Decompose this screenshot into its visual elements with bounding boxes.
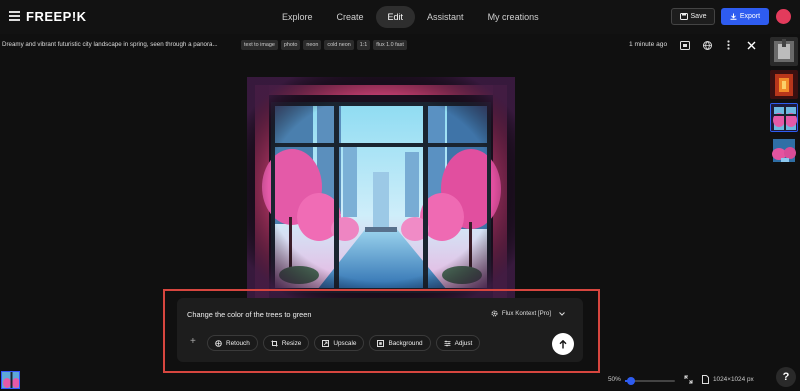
generated-image — [247, 77, 515, 299]
more-icon[interactable] — [727, 40, 730, 52]
tab-explore[interactable]: Explore — [270, 6, 325, 28]
crop-icon — [271, 340, 278, 346]
image-canvas[interactable] — [247, 77, 515, 299]
tag[interactable]: neon — [303, 40, 322, 50]
close-icon[interactable] — [747, 41, 756, 52]
zoom-level: 50% — [608, 376, 621, 383]
retouch-button[interactable]: Retouch — [207, 335, 258, 351]
upscale-icon — [322, 339, 330, 347]
mini-preview-image — [2, 372, 19, 388]
help-button[interactable]: ? — [776, 367, 796, 387]
zoom-slider-handle[interactable] — [627, 377, 635, 385]
download-icon — [730, 13, 737, 20]
tag[interactable]: photo — [280, 40, 301, 50]
thumbnail-image — [771, 104, 797, 131]
retouch-icon — [215, 339, 222, 347]
fit-screen-icon[interactable] — [684, 375, 693, 386]
background-label: Background — [388, 339, 423, 347]
adjust-button[interactable]: Adjust — [435, 335, 481, 351]
adjust-label: Adjust — [454, 339, 473, 347]
prompt-input[interactable]: Change the color of the trees to green — [187, 310, 312, 319]
avatar[interactable] — [776, 9, 791, 24]
upscale-button[interactable]: Upscale — [314, 335, 365, 351]
image-info-bar: Dreamy and vibrant futuristic city lands… — [0, 36, 765, 54]
thumbnail[interactable] — [770, 70, 798, 99]
tab-create[interactable]: Create — [325, 6, 376, 28]
resize-label: Resize — [281, 339, 302, 347]
top-bar: FREEP!K Explore Create Edit Assistant My… — [0, 0, 800, 34]
save-label: Save — [690, 13, 707, 20]
thumbnail-image — [770, 136, 798, 165]
thumbnail[interactable] — [770, 37, 798, 66]
model-label: Flux Kontext [Pro] — [501, 310, 551, 317]
export-label: Export — [739, 13, 761, 20]
tag[interactable]: 1:1 — [356, 40, 371, 50]
tag[interactable]: flux 1.0 fast — [373, 40, 407, 50]
export-button[interactable]: Export — [721, 8, 769, 25]
image-save-icon[interactable] — [680, 41, 690, 52]
send-button[interactable] — [552, 333, 574, 355]
tag-list: text to image photo neon cold neon 1:1 f… — [241, 40, 407, 50]
thumbnail-image — [770, 70, 798, 99]
tab-assistant[interactable]: Assistant — [415, 6, 476, 28]
image-description: Dreamy and vibrant futuristic city lands… — [2, 41, 218, 48]
timestamp: 1 minute ago — [629, 41, 668, 48]
zoom-slider[interactable] — [625, 377, 675, 385]
save-button[interactable]: Save — [671, 8, 715, 25]
edit-tools: Retouch Resize Upscale Background Adjust — [207, 335, 481, 351]
background-icon — [377, 339, 385, 347]
prompt-panel: Change the color of the trees to green F… — [177, 298, 583, 362]
resize-button[interactable]: Resize — [262, 335, 310, 351]
add-icon[interactable]: + — [190, 336, 196, 347]
logo[interactable]: FREEP!K — [26, 9, 87, 24]
model-selector[interactable]: Flux Kontext [Pro] — [491, 310, 565, 317]
thumbnail-image — [770, 37, 798, 66]
tag[interactable]: cold neon — [324, 40, 354, 50]
tab-my-creations[interactable]: My creations — [476, 6, 551, 28]
mini-preview[interactable] — [1, 371, 20, 389]
gear-icon — [491, 310, 498, 317]
arrow-up-icon — [559, 339, 567, 348]
tag[interactable]: text to image — [241, 40, 278, 50]
background-button[interactable]: Background — [369, 335, 431, 351]
menu-icon[interactable] — [9, 11, 20, 22]
chevron-down-icon — [559, 311, 565, 316]
main-nav: Explore Create Edit Assistant My creatio… — [270, 6, 551, 28]
thumbnail[interactable] — [770, 136, 798, 165]
sliders-icon — [444, 340, 451, 346]
tab-edit[interactable]: Edit — [375, 6, 416, 28]
globe-icon[interactable] — [703, 41, 712, 52]
save-icon — [679, 13, 688, 20]
upscale-label: Upscale — [333, 339, 357, 347]
image-dimensions: 1024×1024 px — [713, 376, 754, 383]
retouch-label: Retouch — [226, 339, 250, 347]
file-icon — [702, 375, 709, 386]
thumbnail-selected[interactable] — [770, 103, 798, 132]
